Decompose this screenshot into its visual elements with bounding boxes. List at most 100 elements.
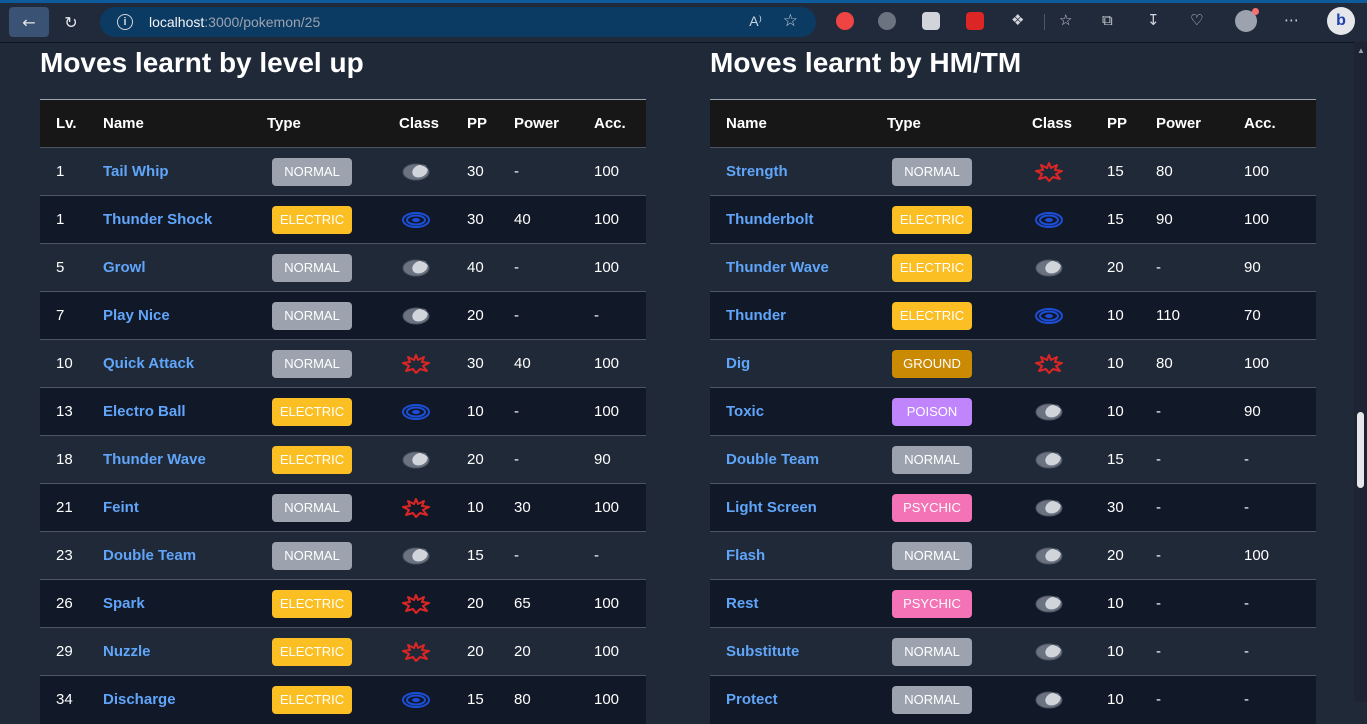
move-link[interactable]: Dig (726, 355, 750, 372)
refresh-button[interactable]: ↻ (57, 9, 85, 35)
move-link[interactable]: Double Team (103, 547, 196, 564)
col-name: Name (726, 115, 767, 132)
move-link[interactable]: Discharge (103, 691, 176, 708)
status-class-icon (1034, 258, 1107, 278)
special-class-icon (401, 690, 467, 710)
cell-type: NORMAL (267, 484, 399, 532)
cell-power: 40 (514, 211, 531, 228)
type-badge: NORMAL (272, 541, 352, 570)
cell-name: Substitute (710, 628, 887, 676)
move-link[interactable]: Substitute (726, 643, 799, 660)
cell-name: Protect (710, 676, 887, 724)
tab-strip-edge (0, 0, 1367, 3)
url-text: localhost:3000/pokemon/25 (149, 14, 321, 30)
cell-pp: 10 (1107, 595, 1124, 612)
bing-copilot-icon[interactable]: b (1327, 7, 1355, 35)
extension-icon-4[interactable] (966, 12, 984, 30)
collections-icon[interactable]: ⧉ (1102, 11, 1113, 29)
download-icon[interactable]: ↧ (1147, 11, 1160, 29)
move-link[interactable]: Thunder Wave (726, 259, 829, 276)
move-link[interactable]: Thunder Wave (103, 451, 206, 468)
table-row: Thunder ELECTRIC 10 110 70 (710, 291, 1316, 340)
cell-class (399, 388, 467, 436)
cell-lv: 5 (56, 259, 65, 276)
status-class-icon (1034, 450, 1107, 470)
cell-acc: 90 (1244, 259, 1261, 276)
extensions-puzzle-icon[interactable]: ❖ (1011, 11, 1024, 29)
cell-lv: 26 (56, 595, 73, 612)
scroll-up-icon[interactable]: ▲ (1357, 46, 1365, 55)
extension-icon-2[interactable] (878, 12, 896, 30)
cell-class (399, 292, 467, 340)
profile-avatar[interactable] (1235, 8, 1259, 32)
cell-class (399, 436, 467, 484)
move-link[interactable]: Strength (726, 163, 788, 180)
read-aloud-icon[interactable]: A⁾ (749, 13, 762, 30)
move-link[interactable]: Nuzzle (103, 643, 151, 660)
table-row: Flash NORMAL 20 - 100 (710, 531, 1316, 580)
table-row: Protect NORMAL 10 - - (710, 675, 1316, 724)
more-menu-icon[interactable]: ⋯ (1284, 11, 1299, 29)
special-class-icon (1034, 210, 1107, 230)
cell-class (1032, 244, 1107, 292)
move-link[interactable]: Play Nice (103, 307, 170, 324)
table-row: 5 Growl NORMAL 40 - 100 (40, 243, 646, 292)
move-link[interactable]: Flash (726, 547, 765, 564)
move-link[interactable]: Thunder (726, 307, 786, 324)
type-badge: ELECTRIC (272, 637, 352, 666)
cell-power: 80 (1156, 355, 1173, 372)
cell-class (1032, 196, 1107, 244)
level-up-title: Moves learnt by level up (40, 47, 364, 78)
favorite-star-icon[interactable]: ☆ (783, 11, 798, 31)
table-row: Thunder Wave ELECTRIC 20 - 90 (710, 243, 1316, 292)
type-badge: POISON (892, 397, 972, 426)
cell-type: ELECTRIC (887, 292, 1032, 340)
move-link[interactable]: Spark (103, 595, 145, 612)
cell-acc: 100 (1244, 355, 1270, 372)
back-button[interactable]: ← (9, 7, 49, 37)
cell-type: ELECTRIC (267, 196, 399, 244)
move-link[interactable]: Protect (726, 691, 778, 708)
cell-type: GROUND (887, 340, 1032, 388)
page-scrollbar[interactable]: ▲ (1354, 42, 1367, 702)
cell-acc: - (1244, 643, 1249, 660)
type-badge: ELECTRIC (272, 445, 352, 474)
move-link[interactable]: Quick Attack (103, 355, 194, 372)
cell-acc: 100 (594, 211, 620, 228)
cell-name: Play Nice (103, 292, 267, 340)
move-link[interactable]: Light Screen (726, 499, 817, 516)
move-link[interactable]: Electro Ball (103, 403, 186, 420)
move-link[interactable]: Thunder Shock (103, 211, 212, 228)
site-info-icon[interactable]: i (117, 14, 133, 30)
cell-name: Strength (710, 148, 887, 196)
cell-class (1032, 436, 1107, 484)
cell-acc: 100 (594, 595, 620, 612)
cell-class (399, 580, 467, 628)
move-link[interactable]: Toxic (726, 403, 764, 420)
cell-power: 110 (1156, 307, 1180, 324)
cell-name: Dig (710, 340, 887, 388)
move-link[interactable]: Feint (103, 499, 139, 516)
cell-pp: 20 (1107, 259, 1124, 276)
favorites-icon[interactable]: ☆ (1059, 11, 1072, 29)
cell-name: Light Screen (710, 484, 887, 532)
move-link[interactable]: Double Team (726, 451, 819, 468)
cell-power: 65 (514, 595, 531, 612)
move-link[interactable]: Rest (726, 595, 759, 612)
cell-power: - (1156, 451, 1161, 468)
move-link[interactable]: Tail Whip (103, 163, 169, 180)
col-name: Name (103, 115, 144, 132)
hm-tm-title: Moves learnt by HM/TM (710, 47, 1022, 78)
scrollbar-thumb[interactable] (1357, 412, 1364, 488)
cell-lv: 10 (56, 355, 73, 372)
browser-essentials-icon[interactable]: ♡ (1190, 11, 1203, 29)
extension-icon-1[interactable] (836, 12, 854, 30)
move-link[interactable]: Growl (103, 259, 146, 276)
cell-lv: 21 (56, 499, 73, 516)
move-link[interactable]: Thunderbolt (726, 211, 813, 228)
level-up-table: Lv. Name Type Class PP Power Acc. 1 Tail … (40, 99, 646, 724)
cell-name: Electro Ball (103, 388, 267, 436)
address-bar[interactable]: i localhost:3000/pokemon/25 A⁾ ☆ (100, 7, 816, 37)
extension-icon-3[interactable] (922, 12, 940, 30)
cell-class (399, 676, 467, 724)
